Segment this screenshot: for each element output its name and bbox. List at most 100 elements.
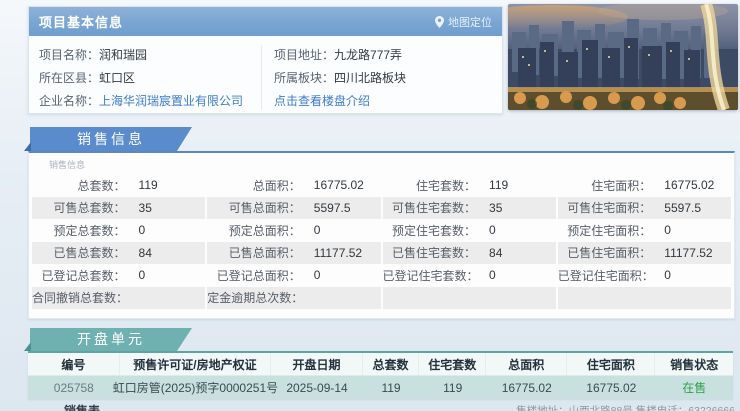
basic-info-header: 项目基本信息 地图定位 (29, 7, 502, 36)
field-label: 预定住宅面积： (567, 223, 652, 238)
location-pin-icon (435, 15, 444, 28)
sales-cell: 已售住宅套数： 84 (382, 241, 556, 264)
field-company: 企业名称： 上海华润瑞宸置业有限公司 (39, 89, 261, 112)
field-value: 0 (313, 223, 321, 238)
column-header: 开盘日期 (271, 353, 363, 375)
field-value: 35 (138, 200, 152, 215)
column-header: 编号 (28, 353, 120, 375)
status-badge: 在售 (682, 381, 707, 395)
sales-row: 总套数： 119 总面积： 16775.02 住宅套数： 119 住宅面积： 16775.02 (31, 174, 732, 197)
field-label: 已登记总面积： (216, 268, 301, 283)
sales-grid: 总套数： 119 总面积： 16775.02 住宅套数： 119 住宅面积： 16775.02… (29, 174, 734, 309)
page: 项目基本信息 地图定位 项目名称： 润和瑞园 所在区县： 虹口区 企业名称： 上… (0, 0, 740, 411)
sales-row: 合同撤销总套数： 定金逾期总次数： (31, 286, 732, 309)
field-label: 已售住宅面积： (567, 246, 652, 261)
field-label: 可售住宅套数： (392, 201, 477, 216)
field-value: 5597.5 (313, 200, 351, 215)
sales-row: 可售总套数： 35 可售总面积： 5597.5 可售住宅套数： 35 可售住宅面积： 5597… (31, 196, 732, 219)
sales-cell: 已登记总套数： 0 (32, 264, 206, 287)
table-body: 025758 虹口房管(2025)预字0000251号 2025-09-14 119 1… (28, 376, 733, 399)
sales-cell: 已登记住宅套数： 0 (382, 264, 556, 287)
sales-cell: 定金逾期总次数： (207, 286, 381, 309)
sales-info-sublabel: 销售信息 (49, 160, 86, 170)
table-row[interactable]: 025758 虹口房管(2025)预字0000251号 2025-09-14 119 1… (28, 376, 733, 399)
field-value: 0 (138, 223, 146, 238)
tab-opening-unit[interactable]: 开盘单元 (30, 328, 192, 351)
sales-cell: 预定住宅面积： 0 (557, 219, 731, 242)
basic-info-right-column: 项目地址： 九龙路777弄 所属板块： 四川北路板块 点击查看楼盘介绍 (262, 43, 406, 112)
field-intro-link: 点击查看楼盘介绍 (274, 89, 406, 112)
basic-info-body: 项目名称： 润和瑞园 所在区县： 虹口区 企业名称： 上海华润瑞宸置业有限公司 … (29, 36, 502, 112)
field-value: 11177.52 (313, 245, 363, 260)
field-label: 定金逾期总次数： (207, 291, 304, 306)
field-label: 所属板块： (274, 71, 335, 85)
sales-sheet-section-label[interactable]: 销售表 (64, 402, 100, 411)
sales-cell: 已售总套数： 84 (32, 241, 206, 264)
map-locate-label: 地图定位 (448, 16, 492, 29)
field-value: 虹口区 (99, 71, 136, 85)
map-locate-link[interactable]: 地图定位 (435, 14, 492, 30)
table-cell: 虹口房管(2025)预字0000251号 (112, 381, 279, 395)
field-label: 所在区县： (39, 71, 100, 85)
table-cell: 119 (443, 380, 463, 395)
table-header-row: 编号 预售许可证/房地产权证 开盘日期 总套数 住宅套数 总面积 住宅面积 销售状态 (28, 353, 733, 376)
table-cell: 16775.02 (501, 380, 552, 395)
field-label: 预定总面积： (228, 223, 301, 238)
field-label: 预定住宅套数： (392, 223, 477, 238)
column-header: 总面积 (486, 353, 568, 375)
field-block: 所属板块： 四川北路板块 (274, 66, 406, 89)
tab-fold-decoration (24, 342, 31, 351)
field-address: 项目地址： 九龙路777弄 (274, 43, 406, 66)
sales-cell (382, 286, 556, 309)
basic-info-panel: 项目基本信息 地图定位 项目名称： 润和瑞园 所在区县： 虹口区 企业名称： 上… (28, 6, 503, 114)
column-header: 总套数 (363, 353, 420, 375)
field-value: 84 (489, 245, 503, 260)
sales-row: 已售总套数： 84 已售总面积： 11177.52 已售住宅套数： 84 已售住宅面积： 11… (31, 241, 732, 264)
field-value: 5597.5 (664, 200, 701, 215)
field-label: 项目地址： (274, 48, 335, 62)
company-link[interactable]: 上海华润瑞宸置业有限公司 (99, 92, 243, 109)
column-header: 住宅面积 (567, 353, 656, 375)
sales-cell: 住宅面积： 16775.02 (557, 174, 731, 197)
column-header: 销售状态 (670, 357, 719, 372)
sales-cell: 可售总套数： 35 (32, 196, 206, 219)
tab-sales-info[interactable]: 销售信息 (30, 127, 192, 151)
table-cell: 025758 (53, 380, 94, 395)
sales-row: 已登记总套数： 0 已登记总面积： 0 已登记住宅套数： 0 已登记住宅面积： 0 (31, 264, 732, 287)
field-label: 可售总面积： (228, 201, 301, 216)
field-label: 企业名称： (39, 94, 100, 108)
field-label: 可售总套数： (53, 201, 126, 216)
field-label: 已售住宅套数： (392, 246, 477, 261)
field-label: 已售总面积： (228, 246, 301, 261)
sales-cell: 可售总面积： 5597.5 (207, 196, 381, 219)
field-label: 总面积： (252, 178, 301, 193)
sales-cell: 预定总套数： 0 (32, 219, 206, 242)
field-label: 已登记住宅面积： (557, 268, 654, 283)
sales-cell: 已售住宅面积： 11177.52 (557, 241, 731, 264)
field-value: 0 (138, 268, 146, 283)
field-project-name: 项目名称： 润和瑞园 (39, 43, 261, 66)
field-value: 0 (489, 223, 496, 238)
field-value: 35 (489, 200, 503, 215)
field-value: 119 (489, 178, 509, 193)
sales-cell: 已售总面积： 11177.52 (207, 241, 381, 264)
sales-office-contact-note: 售楼地址：山西北路88号 售楼电话：63226666 (516, 405, 735, 411)
field-label: 可售住宅面积： (567, 201, 652, 216)
field-value: 四川北路板块 (334, 71, 407, 85)
cityscape-image (508, 4, 738, 110)
column-header: 住宅套数 (419, 353, 487, 375)
sales-row: 预定总套数： 0 预定总面积： 0 预定住宅套数： 0 预定住宅面积： 0 (31, 219, 732, 242)
sales-cell: 住宅套数： 119 (382, 174, 556, 197)
field-value: 0 (489, 268, 496, 283)
property-intro-link[interactable]: 点击查看楼盘介绍 (274, 92, 370, 109)
basic-info-left-column: 项目名称： 润和瑞园 所在区县： 虹口区 企业名称： 上海华润瑞宸置业有限公司 (39, 43, 261, 112)
sales-cell: 总面积： 16775.02 (207, 174, 381, 197)
field-value: 16775.02 (313, 178, 364, 193)
field-value: 0 (664, 268, 671, 283)
field-label: 预定总套数： (53, 223, 126, 238)
sales-cell (557, 286, 731, 309)
field-label: 已登记总套数： (41, 268, 126, 283)
opening-unit-table: 编号 预售许可证/房地产权证 开盘日期 总套数 住宅套数 总面积 住宅面积 销售状态 0257… (28, 351, 733, 399)
field-label: 已售总套数： (53, 246, 126, 261)
sales-cell: 已登记总面积： 0 (207, 264, 381, 287)
